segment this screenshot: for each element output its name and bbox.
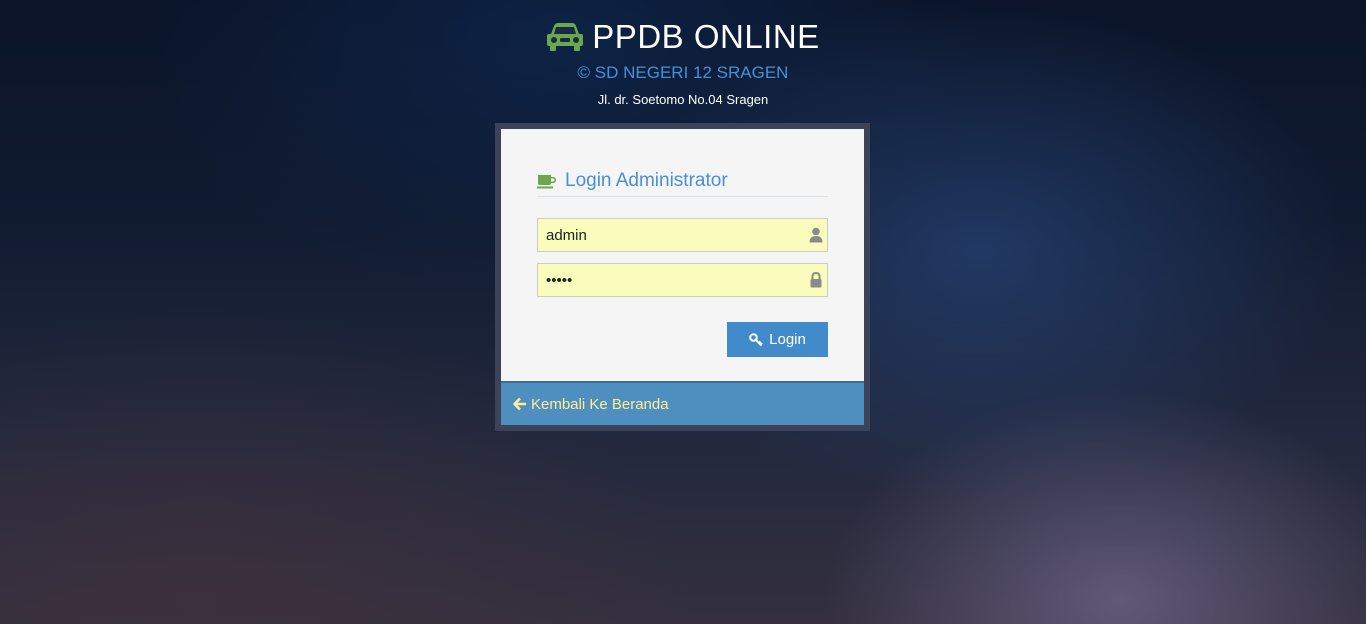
username-input[interactable] — [538, 219, 827, 251]
app-title: PPDB ONLINE — [592, 18, 820, 55]
key-icon — [749, 332, 763, 346]
back-to-home-link[interactable]: Kembali Ke Beranda — [513, 396, 669, 413]
login-panel: Login Administrator admin Login Kembali … — [495, 123, 870, 431]
password-input[interactable] — [538, 264, 827, 296]
app-title-row: PPDB ONLINE — [0, 17, 1366, 57]
lock-icon — [810, 272, 822, 288]
login-button-label: Login — [769, 331, 806, 348]
school-name: © SD NEGERI 12 SRAGEN — [577, 63, 789, 82]
back-to-home-label: Kembali Ke Beranda — [531, 395, 669, 413]
login-panel-inner: Login Administrator admin Login Kembali … — [501, 129, 864, 425]
car-icon — [547, 23, 584, 51]
login-heading: Login Administrator — [537, 165, 828, 197]
login-panel-footer: Kembali Ke Beranda — [501, 381, 864, 425]
login-button[interactable]: Login — [727, 322, 828, 357]
username-field-wrapper — [537, 218, 828, 252]
login-form: Login Administrator admin Login — [501, 129, 864, 381]
arrow-left-icon — [513, 397, 526, 411]
login-heading-text: Login Administrator — [565, 169, 728, 191]
password-field-wrapper — [537, 263, 828, 297]
coffee-cup-icon — [537, 174, 556, 188]
school-address: Jl. dr. Soetomo No.04 Sragen — [597, 92, 769, 107]
user-icon — [809, 227, 823, 243]
